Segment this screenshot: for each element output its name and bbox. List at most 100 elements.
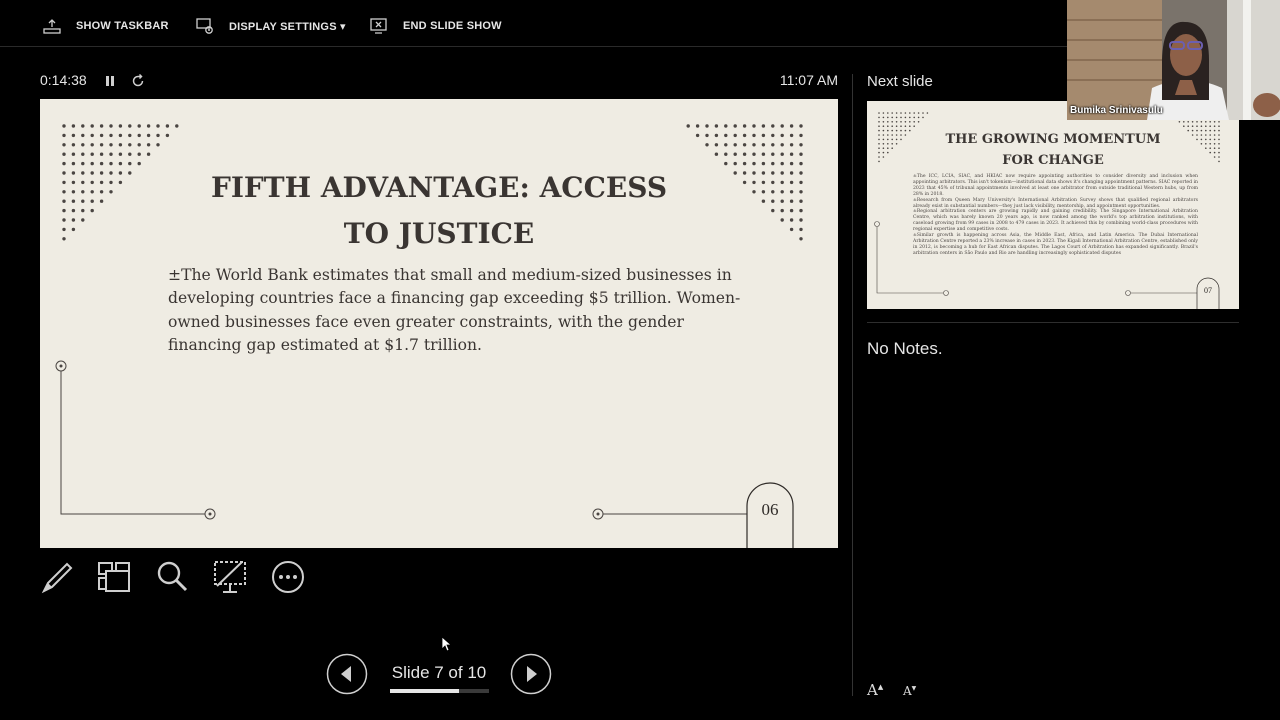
decorative-dot (1205, 121, 1207, 123)
decorative-dot (900, 116, 902, 119)
decorative-dot (882, 156, 885, 158)
decorative-dot (137, 161, 141, 166)
decorative-dot (1218, 125, 1220, 127)
decorative-dot (81, 190, 85, 194)
more-options-icon[interactable] (270, 558, 306, 596)
decorative-dot (1209, 129, 1211, 132)
decorative-dot (878, 156, 880, 158)
decorative-dot (1178, 121, 1181, 123)
decrease-font-label: A (903, 684, 912, 698)
see-all-slides-icon[interactable] (96, 558, 132, 596)
decorative-dot (900, 138, 902, 141)
decorative-dot (724, 143, 728, 147)
decorative-dot (156, 124, 160, 128)
decorative-dot (799, 227, 803, 232)
decorative-dot (900, 112, 902, 114)
decorative-dot (99, 143, 104, 147)
decorative-dot (109, 124, 113, 128)
decorative-dot (1200, 134, 1203, 136)
decorative-dot (62, 180, 66, 185)
next-slide-preview[interactable]: THE GROWING MOMENTUM FOR CHANGE ±The ICC… (867, 101, 1239, 309)
decorative-dot (71, 161, 76, 166)
show-taskbar-button[interactable]: SHOW TASKBAR (42, 0, 169, 52)
slide-title: FIFTH ADVANTAGE: ACCESS TO JUSTICE (190, 165, 688, 257)
decorative-dot (137, 143, 141, 147)
decorative-dot (1200, 143, 1203, 145)
decorative-dot (891, 121, 893, 123)
zoom-magnifier-icon[interactable] (154, 558, 190, 596)
decorative-dot (878, 116, 880, 119)
decorative-dot (895, 121, 898, 123)
decorative-dot (895, 143, 898, 145)
pane-divider[interactable] (852, 74, 853, 696)
decorative-dot (771, 208, 775, 213)
decorative-dot (799, 161, 803, 166)
elapsed-timer: 0:14:38 (40, 72, 87, 88)
current-slide[interactable]: FIFTH ADVANTAGE: ACCESS TO JUSTICE ±The … (40, 99, 838, 548)
decorative-dot (771, 143, 775, 147)
decorative-dot (714, 152, 719, 156)
decorative-dot (118, 124, 123, 128)
decorative-dot (1209, 147, 1211, 149)
decorative-dot (62, 152, 66, 156)
decorative-dot (1200, 138, 1203, 141)
decorative-dot (909, 116, 911, 119)
decorative-dot (789, 124, 794, 128)
decorative-dot (71, 124, 76, 128)
decorative-dot (62, 237, 66, 241)
restart-timer-icon[interactable] (130, 73, 146, 89)
decorative-dot (1196, 138, 1198, 141)
decorative-dot (926, 112, 929, 114)
decorative-dot (752, 133, 756, 138)
end-slide-show-button[interactable]: END SLIDE SHOW (369, 0, 502, 52)
decorative-dot (165, 133, 170, 138)
next-slide-button[interactable] (510, 653, 552, 695)
participant-name: Bumika Srinivasulu (1070, 105, 1163, 116)
slide-counter[interactable]: Slide 7 of 10 (389, 663, 489, 683)
decorative-dot (1218, 143, 1220, 145)
decorative-dot (724, 152, 728, 156)
decorative-dot (1218, 151, 1220, 154)
decorative-dot (81, 124, 85, 128)
decorative-dot (789, 180, 794, 185)
pen-tool-icon[interactable] (40, 558, 76, 596)
decorative-dot (887, 112, 889, 114)
decorative-dot (895, 125, 898, 127)
decorative-dot (90, 124, 94, 128)
decorative-dot (724, 161, 728, 166)
decorative-dot (1213, 147, 1216, 149)
increase-font-button[interactable]: A▲ (867, 681, 883, 699)
next-slide-title-line-1: THE GROWING MOMENTUM (945, 132, 1161, 147)
decorative-dot (81, 180, 85, 185)
decorative-dot (904, 129, 907, 132)
notes-separator (867, 322, 1239, 323)
decorative-dot (109, 133, 113, 138)
decorative-dot (799, 152, 803, 156)
decorative-dot (742, 133, 747, 138)
decorative-dot (789, 133, 794, 138)
decorative-dot (904, 121, 907, 123)
decorative-dot (156, 143, 160, 147)
black-screen-icon[interactable] (212, 558, 248, 596)
decorative-dot (71, 171, 76, 175)
decorative-dot (895, 138, 898, 141)
decorative-dot (109, 152, 113, 156)
decorative-dot (882, 138, 885, 141)
decorative-dot (733, 133, 737, 138)
decorative-dot (771, 190, 775, 194)
decorative-dot (175, 124, 179, 128)
decorative-dot (752, 161, 756, 166)
decorative-dot (118, 152, 123, 156)
previous-slide-button[interactable] (326, 653, 368, 695)
display-settings-button[interactable]: DISPLAY SETTINGS ▾ (195, 0, 346, 52)
slide-number-badge: 06 (761, 500, 779, 519)
decorative-dot (904, 134, 907, 136)
next-slide-number-badge: 07 (1204, 286, 1212, 295)
pause-icon[interactable] (103, 73, 117, 89)
next-slide-title-line-2: FOR CHANGE (1002, 153, 1104, 168)
decorative-dot (742, 161, 747, 166)
slide-title-line-1: FIFTH ADVANTAGE: ACCESS (210, 171, 668, 204)
next-slide-paragraph: ±Research from Queen Mary University's I… (913, 197, 1198, 209)
decorative-dot (146, 124, 151, 128)
decrease-font-button[interactable]: A▼ (903, 684, 916, 698)
